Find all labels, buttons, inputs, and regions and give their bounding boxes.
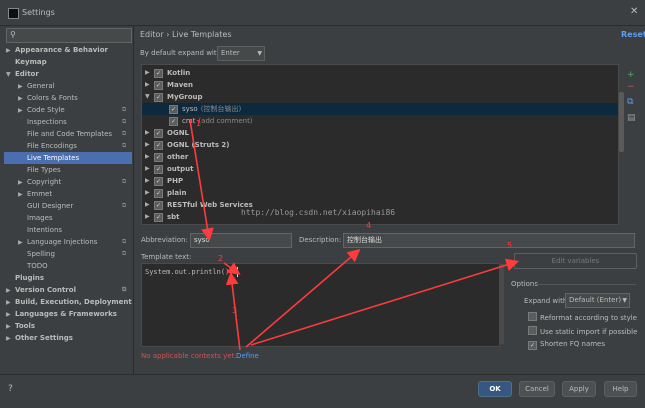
annotation-arrows: 1 2 3 4 5 — [189, 119, 520, 351]
annotation-4: 4 — [366, 221, 371, 230]
annotation-3: 3 — [232, 306, 237, 315]
arrow-5 — [250, 258, 520, 346]
annotation-1: 1 — [196, 119, 201, 128]
arrow-4 — [245, 248, 361, 348]
annotation-2: 2 — [218, 254, 223, 263]
arrow-1 — [189, 119, 214, 242]
arrow-2 — [223, 262, 241, 275]
annotation-5: 5 — [507, 241, 512, 250]
